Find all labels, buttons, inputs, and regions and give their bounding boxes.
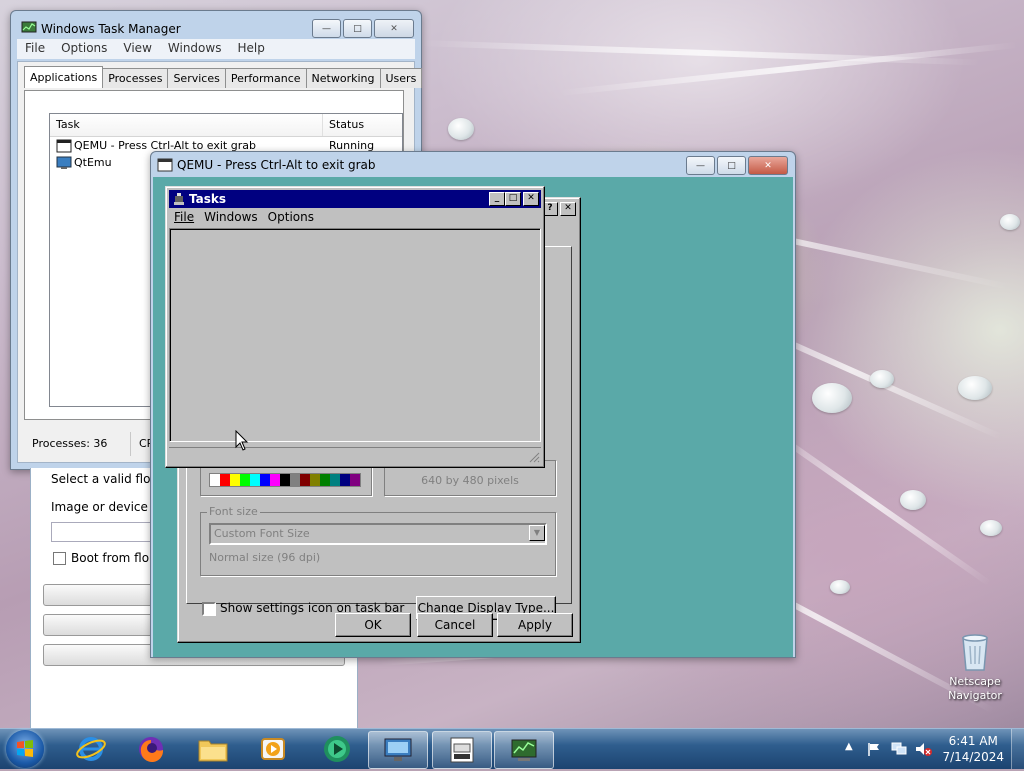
apply-button[interactable]: Apply: [497, 613, 573, 637]
tab-users[interactable]: Users: [379, 68, 423, 88]
task-manager-icon: [21, 21, 37, 33]
palette-swatch: [330, 474, 340, 486]
window-title: Windows Task Manager: [41, 22, 181, 36]
qemu-taskbar-button[interactable]: [432, 731, 492, 769]
clock-time: 6:41 AM: [948, 734, 998, 748]
close-button[interactable]: ✕: [748, 156, 788, 175]
tab-performance[interactable]: Performance: [224, 68, 307, 88]
action-center-flag-icon[interactable]: [866, 741, 882, 757]
menu-file[interactable]: File: [17, 39, 53, 59]
menu-options[interactable]: Options: [263, 209, 319, 227]
chevron-down-icon[interactable]: ▼: [529, 525, 545, 541]
font-size-select[interactable]: Custom Font Size ▼: [209, 523, 547, 545]
column-status[interactable]: Status: [323, 114, 395, 136]
tasks-app-icon: [174, 193, 184, 205]
menu-help[interactable]: Help: [229, 39, 272, 59]
recycle-bin-label: Netscape Navigator: [948, 675, 1002, 702]
minimize-button[interactable]: _: [489, 192, 505, 206]
media-center-icon[interactable]: [308, 731, 366, 767]
windows-logo-icon: [17, 740, 33, 757]
task-name: QtEmu: [74, 156, 112, 169]
font-size-group: Font size Custom Font Size ▼ Normal size…: [200, 505, 556, 576]
font-size-value: Custom Font Size: [214, 527, 310, 540]
close-button[interactable]: ✕: [560, 202, 576, 216]
show-desktop-button[interactable]: [1011, 729, 1024, 769]
maximize-button[interactable]: □: [717, 156, 746, 175]
recycle-bin-icon[interactable]: Netscape Navigator: [940, 630, 1010, 703]
tasks-content[interactable]: [169, 228, 541, 442]
internet-explorer-icon[interactable]: [62, 731, 120, 767]
close-button[interactable]: ✕: [374, 19, 414, 38]
palette-swatch: [280, 474, 290, 486]
palette-swatch: [210, 474, 220, 486]
tasks-menu-bar: File Windows Options: [169, 209, 541, 227]
guest-screen[interactable]: ? ✕ 640 by 480 pixels Font size Custom F…: [153, 177, 793, 657]
file-explorer-icon[interactable]: [184, 731, 242, 767]
show-hidden-icons-button[interactable]: ▲: [845, 741, 853, 752]
palette-swatch: [350, 474, 360, 486]
volume-muted-icon[interactable]: [914, 741, 932, 757]
maximize-button[interactable]: □: [505, 192, 521, 206]
qtemu-taskbar-button[interactable]: [368, 731, 428, 769]
palette-swatch: [220, 474, 230, 486]
minimize-button[interactable]: —: [686, 156, 715, 175]
qemu-window[interactable]: QEMU - Press Ctrl-Alt to exit grab — □ ✕…: [150, 151, 796, 658]
tab-networking[interactable]: Networking: [305, 68, 381, 88]
system-clock[interactable]: 6:41 AM 7/14/2024: [942, 733, 1004, 765]
resize-grip-icon[interactable]: [528, 451, 540, 463]
menu-bar: File Options View Windows Help: [17, 39, 415, 59]
tasks-status-bar: [169, 447, 541, 464]
menu-windows[interactable]: Windows: [160, 39, 230, 59]
palette-swatch: [230, 474, 240, 486]
tab-processes[interactable]: Processes: [102, 68, 169, 88]
palette-swatch: [320, 474, 330, 486]
column-task[interactable]: Task: [50, 114, 323, 136]
qemu-icon: [157, 158, 173, 172]
trash-can-icon: [962, 634, 988, 671]
task-manager-taskbar-button[interactable]: [494, 731, 554, 769]
palette-swatch: [290, 474, 300, 486]
tab-services[interactable]: Services: [167, 68, 226, 88]
color-palette: [209, 473, 361, 487]
menu-windows[interactable]: Windows: [199, 209, 263, 227]
qtemu-icon: [56, 156, 72, 169]
minimize-button[interactable]: —: [312, 19, 341, 38]
cancel-button[interactable]: Cancel: [417, 613, 493, 637]
normal-size-text: Normal size (96 dpi): [209, 551, 321, 564]
media-player-icon[interactable]: [244, 731, 302, 767]
palette-swatch: [300, 474, 310, 486]
tasks-title: Tasks: [189, 192, 227, 206]
process-count: Processes: 36: [24, 432, 131, 456]
resolution-text: 640 by 480 pixels: [421, 474, 519, 487]
tasks-titlebar[interactable]: Tasks _ □ ✕: [169, 190, 541, 208]
menu-file[interactable]: File: [169, 209, 199, 227]
clock-date: 7/14/2024: [942, 750, 1004, 764]
tab-applications[interactable]: Applications: [24, 66, 104, 88]
show-settings-checkbox[interactable]: [202, 602, 216, 616]
mouse-cursor-icon: [235, 430, 249, 451]
ok-button[interactable]: OK: [335, 613, 411, 637]
taskbar: ▲ 6:41 AM 7/14/2024: [0, 728, 1024, 769]
menu-options[interactable]: Options: [53, 39, 115, 59]
palette-swatch: [310, 474, 320, 486]
tasks-window[interactable]: Tasks _ □ ✕ File Windows Options: [165, 186, 545, 468]
menu-view[interactable]: View: [115, 39, 159, 59]
tab-strip: Applications Processes Services Performa…: [24, 66, 423, 88]
palette-swatch: [250, 474, 260, 486]
font-size-group-label: Font size: [207, 505, 260, 518]
qemu-title: QEMU - Press Ctrl-Alt to exit grab: [177, 158, 376, 172]
palette-swatch: [270, 474, 280, 486]
palette-swatch: [260, 474, 270, 486]
boot-floppy-checkbox[interactable]: [53, 552, 66, 565]
maximize-button[interactable]: □: [343, 19, 372, 38]
network-icon[interactable]: [890, 741, 908, 757]
firefox-icon[interactable]: [122, 731, 180, 767]
window-app-icon: [56, 139, 72, 152]
close-button[interactable]: ✕: [523, 192, 539, 206]
start-button[interactable]: [6, 730, 44, 768]
palette-swatch: [240, 474, 250, 486]
palette-swatch: [340, 474, 350, 486]
